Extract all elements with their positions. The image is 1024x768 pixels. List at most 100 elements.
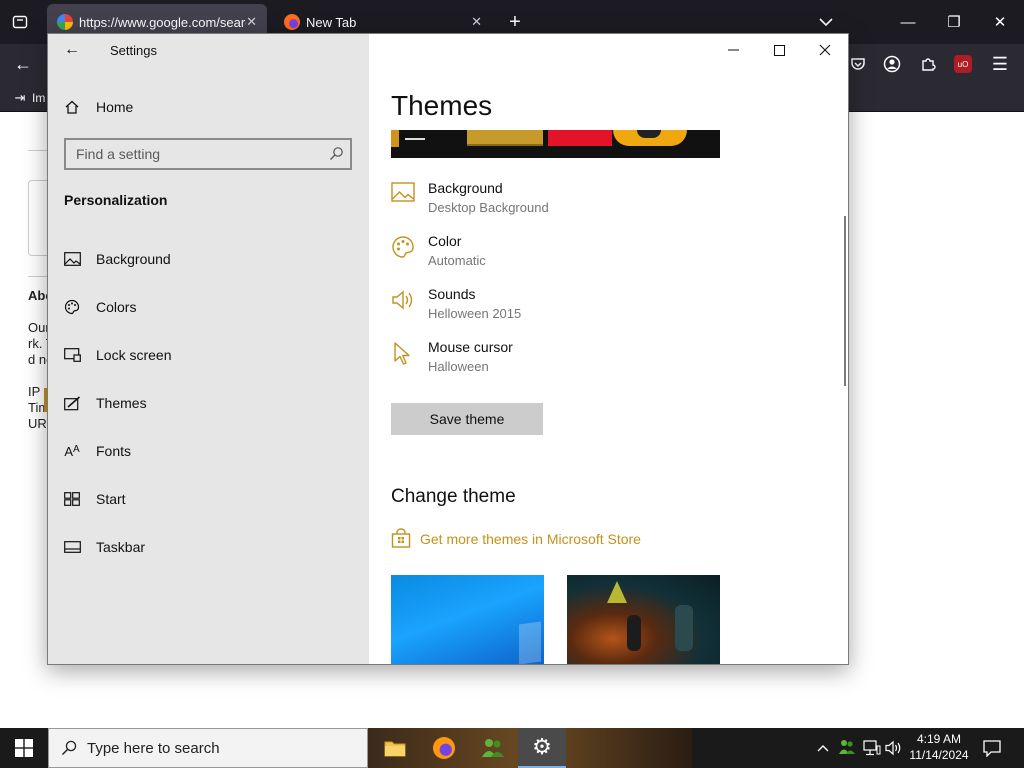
notification-area <box>692 728 1024 768</box>
tab-title: https://www.google.com/search <box>79 14 247 30</box>
property-value: Automatic <box>428 253 486 268</box>
themes-content-pane: Themes Background Desktop Background Col… <box>369 34 848 664</box>
windows-logo-icon <box>15 739 33 757</box>
firefox-icon <box>433 737 455 759</box>
page-card <box>28 180 48 256</box>
store-bag-icon <box>391 528 411 553</box>
taskbar-search-box[interactable]: Type here to search <box>48 728 368 768</box>
start-icon <box>48 492 96 506</box>
browser-close-icon[interactable]: ✕ <box>988 10 1012 34</box>
theme-property-background[interactable]: Background Desktop Background <box>391 180 791 224</box>
theme-thumbnail-windows[interactable] <box>391 575 544 664</box>
settings-window: ← Settings Home Find a setting Personali… <box>47 33 849 665</box>
nav-colors[interactable]: Colors <box>48 287 369 327</box>
property-name: Sounds <box>428 286 476 302</box>
property-name: Background <box>428 180 503 196</box>
nav-home[interactable]: Home <box>48 87 369 127</box>
back-arrow-icon[interactable]: ← <box>60 40 84 60</box>
section-heading-personalization: Personalization <box>64 192 168 208</box>
nav-background-label: Background <box>96 251 171 267</box>
settings-sidebar: ← Settings Home Find a setting Personali… <box>48 34 369 664</box>
microsoft-store-link[interactable]: Get more themes in Microsoft Store <box>391 528 721 550</box>
theme-property-sounds[interactable]: Sounds Helloween 2015 <box>391 286 791 330</box>
start-button[interactable] <box>0 728 48 768</box>
new-tab-plus-icon[interactable]: + <box>503 10 527 34</box>
tab-close-icon[interactable]: ✕ <box>471 14 482 30</box>
nav-lock-screen[interactable]: Lock screen <box>48 335 369 375</box>
ublock-origin-icon[interactable]: uO <box>954 55 972 73</box>
picture-icon <box>391 182 417 208</box>
nav-background[interactable]: Background <box>48 239 369 279</box>
firefox-taskbar-button[interactable] <box>420 728 468 768</box>
file-explorer-button[interactable] <box>371 728 419 768</box>
taskbar-search-placeholder: Type here to search <box>87 739 220 757</box>
property-name: Color <box>428 233 462 249</box>
firefox-favicon-icon <box>284 14 300 30</box>
nav-start-label: Start <box>96 491 126 507</box>
nav-taskbar-label: Taskbar <box>96 539 146 555</box>
nav-fonts[interactable]: AA Fonts <box>48 431 369 471</box>
taskbar-clock[interactable]: 4:19 AM 11/14/2024 <box>906 731 972 765</box>
picture-icon <box>48 252 96 266</box>
list-all-tabs-chevron-icon[interactable] <box>814 10 838 34</box>
tab-close-icon[interactable]: ✕ <box>246 14 257 30</box>
browser-minimize-icon[interactable]: — <box>896 10 920 34</box>
show-hidden-icons-chevron-icon[interactable] <box>814 738 832 758</box>
nav-themes-label: Themes <box>96 395 147 411</box>
windows-taskbar: Type here to search ⚙ 4:19 AM 11/14/2024 <box>0 728 1024 768</box>
volume-icon[interactable] <box>884 738 904 758</box>
browser-restore-icon[interactable]: ❐ <box>942 10 966 34</box>
palette-icon <box>391 235 417 261</box>
nav-start[interactable]: Start <box>48 479 369 519</box>
fonts-icon: AA <box>64 443 80 459</box>
import-bookmarks-label[interactable]: Im <box>32 91 45 105</box>
property-value: Halloween <box>428 359 489 374</box>
window-close-icon[interactable] <box>802 34 848 66</box>
window-minimize-icon[interactable] <box>710 34 756 66</box>
theme-property-mouse-cursor[interactable]: Mouse cursor Halloween <box>391 339 791 383</box>
nav-taskbar[interactable]: Taskbar <box>48 527 369 567</box>
import-bookmarks-icon[interactable]: ⇥ <box>12 90 28 106</box>
divider <box>28 150 48 151</box>
nav-colors-label: Colors <box>96 299 137 315</box>
network-icon[interactable] <box>862 738 882 758</box>
extensions-puzzle-icon[interactable] <box>916 52 940 76</box>
nav-home-label: Home <box>96 99 134 115</box>
app-menu-hamburger-icon[interactable]: ☰ <box>988 52 1012 76</box>
save-theme-button[interactable]: Save theme <box>391 403 543 435</box>
tab-list-icon[interactable] <box>8 10 32 34</box>
search-icon <box>329 146 344 166</box>
window-maximize-icon[interactable] <box>756 34 802 66</box>
gear-icon: ⚙ <box>532 734 552 759</box>
property-name: Mouse cursor <box>428 339 513 355</box>
pocket-icon[interactable] <box>846 52 870 76</box>
nav-themes[interactable]: Themes <box>48 383 369 423</box>
page-title: Themes <box>391 90 493 121</box>
back-arrow-icon[interactable]: ← <box>10 52 36 76</box>
settings-taskbar-button[interactable]: ⚙ <box>518 728 566 768</box>
search-icon <box>61 740 77 756</box>
divider <box>28 276 48 277</box>
tab-title: New Tab <box>306 14 357 30</box>
lock-screen-icon <box>48 348 96 362</box>
messenger-taskbar-button[interactable] <box>469 728 517 768</box>
people-tray-icon[interactable] <box>838 738 856 758</box>
find-setting-placeholder: Find a setting <box>76 146 161 162</box>
people-icon <box>482 739 504 757</box>
property-value: Desktop Background <box>428 200 549 215</box>
property-value: Helloween 2015 <box>428 306 522 321</box>
taskbar-icon <box>48 541 96 553</box>
google-favicon-icon <box>57 14 73 30</box>
clock-date: 11/14/2024 <box>909 748 969 762</box>
find-setting-input[interactable]: Find a setting <box>64 138 352 170</box>
theme-property-color[interactable]: Color Automatic <box>391 233 791 277</box>
action-center-notifications-icon[interactable] <box>980 737 1004 759</box>
clock-time: 4:19 AM <box>916 732 962 746</box>
content-scrollbar[interactable] <box>844 216 846 386</box>
cursor-icon <box>391 341 417 367</box>
current-theme-preview <box>391 130 720 158</box>
nav-lock-screen-label: Lock screen <box>96 347 172 363</box>
nav-fonts-label: Fonts <box>96 443 132 459</box>
account-icon[interactable] <box>880 52 904 76</box>
theme-thumbnail-halloween[interactable] <box>567 575 720 664</box>
